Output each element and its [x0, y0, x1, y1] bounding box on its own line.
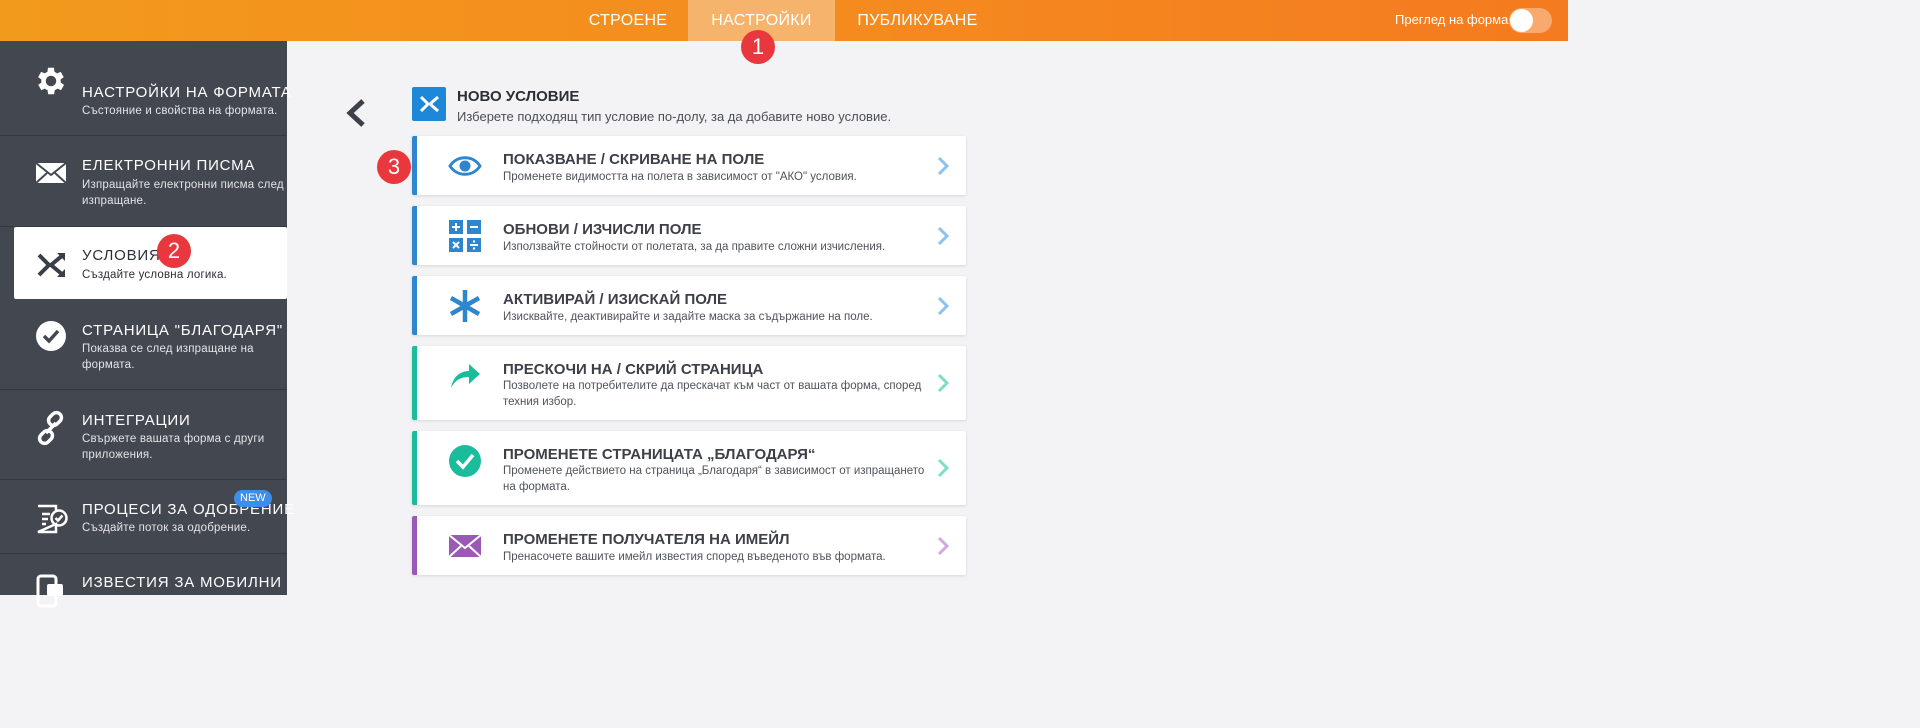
approval-icon: [37, 504, 68, 534]
sidebar-item-mobile-notifications[interactable]: ИЗВЕСТИЯ ЗА МОБИЛНИ: [0, 554, 287, 608]
sidebar-item-title: ЕЛЕКТРОННИ ПИСМА: [82, 157, 256, 174]
sidebar-item-desc: Създайте поток за одобрение.: [82, 522, 251, 534]
form-preview-label: Преглед на форма: [1395, 12, 1509, 27]
card-desc: Променете видимостта на полета в зависим…: [503, 171, 857, 183]
tab-publish[interactable]: ПУБЛИКУВАНЕ: [845, 0, 990, 41]
envelope-icon: [448, 534, 482, 558]
check-circle-icon: [449, 445, 481, 477]
mobile-notification-icon: [36, 574, 63, 608]
conditions-icon: [37, 253, 65, 277]
sidebar-item-desc: Свържете вашата форма с други приложения…: [82, 433, 265, 461]
toggle-knob: [1510, 9, 1533, 32]
chevron-right-icon: [937, 226, 950, 246]
annotation-marker-3: 3: [377, 150, 411, 184]
eye-icon: [448, 156, 482, 176]
card-desc: Позволете на потребителите да прескачат …: [503, 380, 922, 408]
sidebar-item-title: СТРАНИЦА "БЛАГОДАРЯ": [82, 322, 284, 339]
back-chevron-icon[interactable]: [343, 98, 369, 128]
new-condition-desc: Изберете подходящ тип условие по-долу, з…: [457, 109, 892, 124]
card-title: ПРОМЕНЕТЕ СТРАНИЦАТА „БЛАГОДАРЯ“: [503, 446, 816, 463]
condition-card-skip-hide-page[interactable]: ПРЕСКОЧИ НА / СКРИЙ СТРАНИЦА Позволете н…: [412, 346, 966, 420]
link-icon: [37, 410, 64, 446]
annotation-marker-1: 1: [741, 30, 775, 64]
card-desc: Пренасочете вашите имейл известия според…: [503, 551, 886, 563]
sidebar-item-form-settings[interactable]: НАСТРОЙКИ НА ФОРМАТА Състояние и свойств…: [0, 41, 291, 136]
sidebar-item-title: НАСТРОЙКИ НА ФОРМАТА: [82, 84, 292, 101]
asterisk-icon: [449, 290, 481, 322]
chevron-right-icon: [937, 296, 950, 316]
check-circle-icon: [36, 321, 66, 351]
card-title: ПРЕСКОЧИ НА / СКРИЙ СТРАНИЦА: [503, 361, 764, 378]
chevron-right-icon: [937, 458, 950, 478]
condition-card-change-email-recipient[interactable]: ПРОМЕНЕТЕ ПОЛУЧАТЕЛЯ НА ИМЕЙЛ Пренасочет…: [412, 516, 966, 575]
gear-icon: [38, 67, 65, 95]
new-condition-title: НОВО УСЛОВИЕ: [457, 88, 580, 105]
chevron-right-icon: [937, 156, 950, 176]
card-title: АКТИВИРАЙ / ИЗИСКАЙ ПОЛЕ: [503, 291, 728, 308]
sidebar-item-title: УСЛОВИЯ: [82, 247, 161, 264]
sidebar-item-desc: Състояние и свойства на формата.: [82, 105, 278, 117]
card-desc: Изисквайте, деактивирайте и задайте маск…: [503, 311, 873, 323]
sidebar-item-emails[interactable]: ЕЛЕКТРОННИ ПИСМА Изпращайте електронни п…: [0, 137, 287, 227]
card-title: ПОКАЗВАНЕ / СКРИВАНЕ НА ПОЛЕ: [503, 151, 765, 168]
chevron-right-icon: [937, 373, 950, 393]
share-arrow-icon: [451, 364, 480, 388]
card-title: ПРОМЕНЕТЕ ПОЛУЧАТЕЛЯ НА ИМЕЙЛ: [503, 531, 790, 548]
sidebar-item-desc: Показва се след изпращане на формата.: [82, 343, 254, 371]
condition-card-enable-require-field[interactable]: АКТИВИРАЙ / ИЗИСКАЙ ПОЛЕ Изисквайте, деа…: [412, 276, 966, 335]
condition-card-show-hide-field[interactable]: ПОКАЗВАНЕ / СКРИВАНЕ НА ПОЛЕ Променете в…: [412, 136, 966, 195]
tab-build[interactable]: СТРОЕНЕ: [575, 0, 681, 41]
settings-sidebar: НАСТРОЙКИ НА ФОРМАТА Състояние и свойств…: [0, 41, 294, 608]
sidebar-item-thank-you-page[interactable]: СТРАНИЦА "БЛАГОДАРЯ" Показва се след изп…: [0, 300, 287, 390]
calculator-icon: [449, 220, 481, 252]
condition-card-change-thank-you-page[interactable]: ПРОМЕНЕТЕ СТРАНИЦАТА „БЛАГОДАРЯ“ Промене…: [412, 431, 966, 505]
top-bar: СТРОЕНЕ НАСТРОЙКИ ПУБЛИКУВАНЕ Преглед на…: [0, 0, 1568, 41]
chevron-right-icon: [937, 536, 950, 556]
card-desc: Променете действието на страница „Благод…: [503, 465, 925, 493]
annotation-marker-2: 2: [157, 234, 191, 268]
card-desc: Използвайте стойности от полетата, за да…: [503, 241, 886, 253]
sidebar-item-title: ИЗВЕСТИЯ ЗА МОБИЛНИ: [82, 574, 282, 591]
form-preview-toggle[interactable]: [1509, 8, 1552, 33]
sidebar-item-desc: Изпращайте електронни писма след изпраща…: [82, 179, 284, 207]
envelope-icon: [35, 162, 67, 184]
sidebar-item-title: ИНТЕГРАЦИИ: [82, 412, 191, 429]
new-condition-icon: [412, 87, 446, 121]
card-title: ОБНОВИ / ИЗЧИСЛИ ПОЛЕ: [503, 221, 702, 238]
sidebar-item-integrations[interactable]: ИНТЕГРАЦИИ Свържете вашата форма с други…: [0, 390, 287, 480]
condition-card-update-calculate-field[interactable]: ОБНОВИ / ИЗЧИСЛИ ПОЛЕ Използвайте стойно…: [412, 206, 966, 265]
sidebar-item-desc: Създайте условна логика.: [82, 269, 227, 281]
new-badge: NEW: [234, 490, 272, 507]
sidebar-item-conditions[interactable]: УСЛОВИЯ Създайте условна логика.: [14, 227, 287, 299]
sidebar-item-approval-flows[interactable]: ПРОЦЕСИ ЗА ОДОБРЕНИЕ Създайте поток за о…: [0, 480, 294, 554]
